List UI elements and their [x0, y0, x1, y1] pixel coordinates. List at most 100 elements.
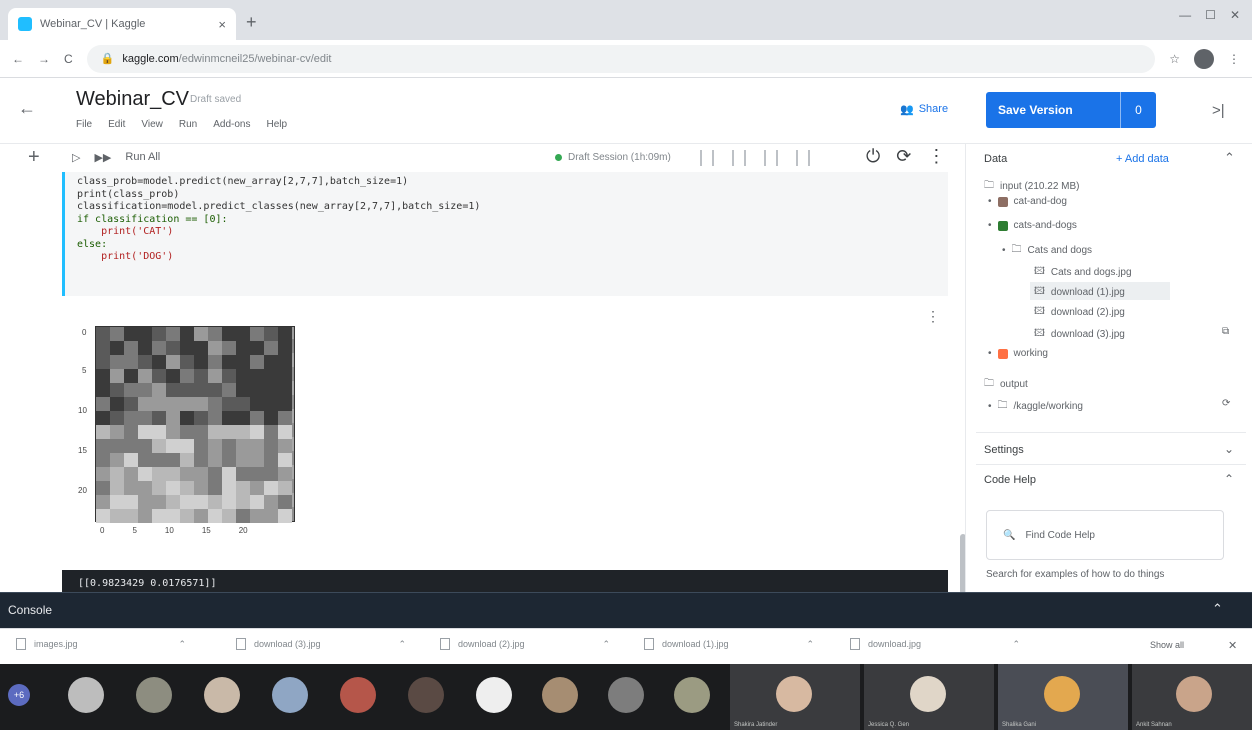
- participant-avatar[interactable]: [608, 677, 644, 713]
- participant-avatar[interactable]: [340, 677, 376, 713]
- more-options-icon[interactable]: ⋮: [927, 146, 945, 167]
- power-icon[interactable]: ⏻: [866, 146, 880, 167]
- refresh-icon[interactable]: ⟳: [1222, 398, 1230, 409]
- save-version-button[interactable]: Save Version 0: [986, 92, 1156, 128]
- cell-options-icon[interactable]: ⋮: [926, 308, 940, 325]
- collapse-panel-icon[interactable]: >|: [1212, 102, 1225, 119]
- plot-pixel: [264, 383, 278, 397]
- minimize-icon[interactable]: —: [1179, 8, 1191, 22]
- plot-pixel: [180, 495, 194, 509]
- run-cell-icon[interactable]: ▷: [72, 151, 80, 164]
- run-all-icon[interactable]: ▶▶: [94, 151, 111, 164]
- chevron-up-icon[interactable]: ⌃: [1224, 150, 1235, 166]
- download-item[interactable]: download (3).jpg ⌃: [236, 638, 406, 650]
- tree-dataset[interactable]: • cat-and-dog: [988, 196, 1067, 207]
- download-item[interactable]: download (2).jpg ⌃: [440, 638, 610, 650]
- save-version-label: Save Version: [998, 103, 1073, 117]
- participant-avatar[interactable]: [476, 677, 512, 713]
- menu-addons[interactable]: Add-ons: [213, 119, 250, 130]
- share-label: Share: [918, 103, 949, 115]
- back-arrow-icon[interactable]: ←: [12, 52, 24, 66]
- participant-video-tile[interactable]: Jessica Q. Gen: [864, 664, 994, 730]
- menu-file[interactable]: File: [76, 119, 92, 130]
- bullet-icon: •: [1002, 245, 1006, 256]
- back-icon[interactable]: ←: [18, 98, 36, 119]
- save-version-count[interactable]: 0: [1120, 92, 1156, 128]
- plot-pixel: [264, 509, 278, 523]
- participant-avatar[interactable]: [674, 677, 710, 713]
- add-data-button[interactable]: + Add data: [1116, 153, 1169, 165]
- tree-output-folder[interactable]: • 🗀 /kaggle/working: [988, 398, 1083, 415]
- menu-run[interactable]: Run: [179, 119, 197, 130]
- code-cell[interactable]: class_prob=model.predict(new_array[2,7,7…: [62, 172, 948, 296]
- tree-file[interactable]: 🖾 download (2).jpg: [1034, 304, 1125, 321]
- participant-avatar[interactable]: [136, 677, 172, 713]
- plot-pixel: [194, 355, 208, 369]
- plot-pixel: [96, 453, 110, 467]
- menu-view[interactable]: View: [141, 119, 163, 130]
- reload-icon[interactable]: C: [64, 52, 73, 66]
- run-all-label[interactable]: Run All: [125, 151, 160, 164]
- participant-avatar[interactable]: [542, 677, 578, 713]
- menu-help[interactable]: Help: [266, 119, 287, 130]
- chevron-up-icon[interactable]: ⌃: [1012, 639, 1020, 650]
- chevron-up-icon[interactable]: ⌃: [1224, 472, 1234, 486]
- tree-file[interactable]: 🖾 download (1).jpg: [1034, 284, 1125, 301]
- restart-icon[interactable]: ⟳: [896, 146, 911, 167]
- session-status[interactable]: Draft Session (1h:09m): [555, 152, 671, 163]
- participant-count-badge[interactable]: +6: [8, 684, 30, 706]
- plot-pixel: [250, 397, 264, 411]
- tree-file[interactable]: 🖾 Cats and dogs.jpg: [1034, 264, 1132, 281]
- maximize-icon[interactable]: ☐: [1205, 8, 1216, 22]
- participant-video-tile[interactable]: Shalika Gani: [998, 664, 1128, 730]
- tree-output[interactable]: 🗀 output: [984, 376, 1028, 393]
- participant-video-tile[interactable]: Ankit Sahnan: [1132, 664, 1252, 730]
- download-item[interactable]: download (1).jpg ⌃: [644, 638, 814, 650]
- settings-section[interactable]: Settings: [984, 444, 1024, 456]
- plot-pixel: [138, 369, 152, 383]
- copy-icon[interactable]: ⧉: [1222, 326, 1229, 337]
- participant-avatar[interactable]: [272, 677, 308, 713]
- tree-folder[interactable]: • 🗀 Cats and dogs: [1002, 242, 1092, 259]
- y-tick: 5: [82, 366, 87, 375]
- participant-avatar[interactable]: [68, 677, 104, 713]
- chevron-up-icon[interactable]: ⌃: [178, 639, 186, 650]
- plot-pixel: [278, 509, 292, 523]
- chevron-up-icon[interactable]: ⌃: [602, 639, 610, 650]
- add-cell-icon[interactable]: +: [28, 146, 40, 169]
- tree-working[interactable]: • working: [988, 348, 1048, 359]
- console-bar[interactable]: Console ⌃: [0, 592, 1252, 628]
- participant-avatar[interactable]: [408, 677, 444, 713]
- download-item[interactable]: images.jpg ⌃: [16, 638, 186, 650]
- tree-file[interactable]: 🖾 download (3).jpg: [1034, 326, 1125, 343]
- chevron-down-icon[interactable]: ⌄: [1224, 442, 1234, 456]
- tree-input[interactable]: 🗀 input (210.22 MB): [984, 178, 1080, 195]
- close-icon[interactable]: ×: [218, 17, 226, 32]
- plot-pixel: [250, 495, 264, 509]
- star-icon[interactable]: ☆: [1169, 52, 1180, 66]
- window-close-icon[interactable]: ✕: [1230, 8, 1240, 22]
- share-button[interactable]: 👥 Share: [900, 103, 948, 116]
- menu-edit[interactable]: Edit: [108, 119, 125, 130]
- download-item[interactable]: download.jpg ⌃: [850, 638, 1020, 650]
- notebook-title[interactable]: Webinar_CV: [76, 88, 189, 111]
- more-icon[interactable]: ⋮: [1228, 52, 1240, 66]
- forward-arrow-icon[interactable]: →: [38, 52, 50, 66]
- browser-tab[interactable]: Webinar_CV | Kaggle ×: [8, 8, 236, 40]
- show-all-button[interactable]: Show all: [1150, 640, 1184, 650]
- participant-avatar[interactable]: [204, 677, 240, 713]
- url-field[interactable]: 🔒 kaggle.com/edwinmcneil25/webinar-cv/ed…: [86, 44, 1156, 73]
- output-cell[interactable]: [[0.9823429 0.0176571]]: [62, 570, 948, 592]
- code-help-section[interactable]: Code Help: [984, 474, 1036, 486]
- chevron-up-icon[interactable]: ⌃: [806, 639, 814, 650]
- code-editor[interactable]: class_prob=model.predict(new_array[2,7,7…: [77, 176, 480, 264]
- find-code-help-button[interactable]: 🔍 Find Code Help: [986, 510, 1224, 560]
- close-icon[interactable]: ✕: [1228, 639, 1237, 652]
- profile-avatar[interactable]: [1194, 48, 1214, 69]
- tree-dataset[interactable]: • cats-and-dogs: [988, 220, 1077, 231]
- participant-video-tile[interactable]: Shakira Jatinder: [730, 664, 860, 730]
- tree-label: input (210.22 MB): [1000, 181, 1080, 192]
- chevron-up-icon[interactable]: ⌃: [398, 639, 406, 650]
- chevron-up-icon[interactable]: ⌃: [1212, 601, 1223, 617]
- new-tab-icon[interactable]: +: [246, 12, 257, 33]
